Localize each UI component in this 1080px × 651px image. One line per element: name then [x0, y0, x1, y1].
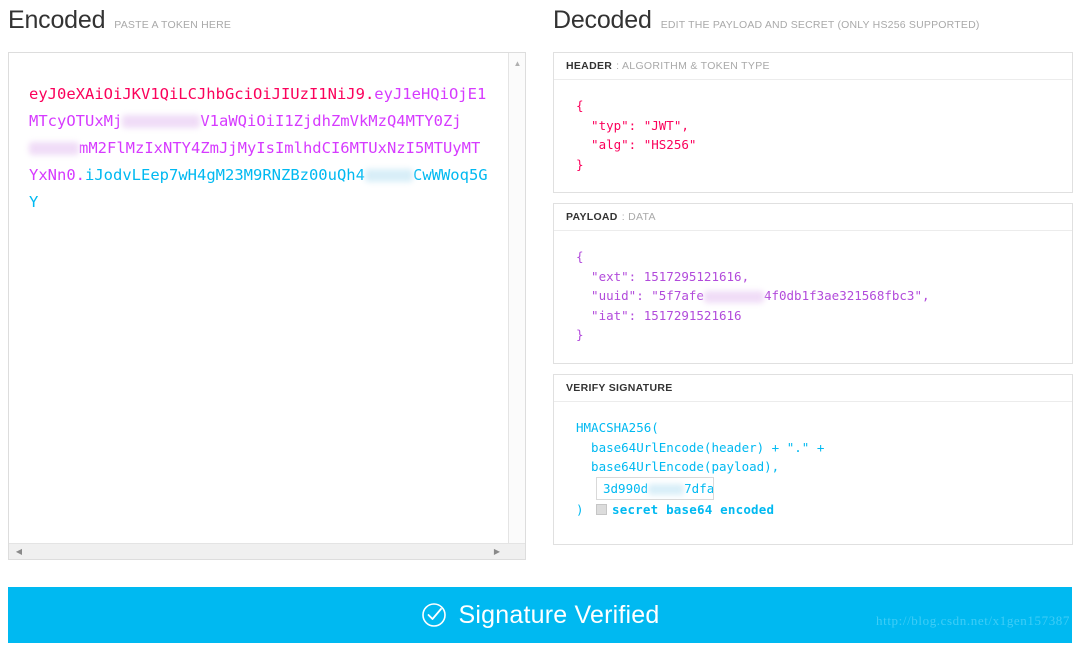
secret-base64-label[interactable]: secret base64 encoded — [612, 500, 774, 520]
encoded-title: Encoded — [8, 6, 105, 35]
signature-line-2: base64UrlEncode(header) + "." + — [576, 440, 824, 455]
token-payload-redaction-1 — [122, 115, 200, 128]
secret-redaction — [648, 484, 684, 495]
decoded-panels: HEADER : ALGORITHM & TOKEN TYPE { "typ":… — [553, 52, 1073, 555]
scroll-right-arrow-icon[interactable]: ▶ — [489, 544, 505, 559]
payload-json-editor[interactable]: { "ext": 1517295121616, "uuid": "5f7afe 4… — [554, 231, 1072, 363]
encoded-token-text[interactable]: eyJ0eXAiOiJKV1QiLCJhbGciOiJIUzI1NiJ9.eyJ… — [29, 81, 489, 216]
encoded-vertical-scrollbar[interactable]: ▲ ▼ — [508, 53, 525, 559]
check-circle-icon — [421, 602, 447, 628]
jwt-debugger-page: Encoded PASTE A TOKEN HERE Decoded EDIT … — [0, 0, 1080, 651]
status-text-group: Signature Verified — [421, 601, 660, 630]
decoded-subtitle: EDIT THE PAYLOAD AND SECRET (ONLY HS256 … — [661, 19, 980, 31]
secret-tail: 7dfac0446 — [684, 481, 714, 496]
secret-input[interactable]: 3d990d 7dfac0446 — [596, 477, 714, 501]
signature-line-1: HMACSHA256( — [576, 420, 659, 435]
payload-line-close: } — [576, 327, 584, 342]
payload-line-open: { — [576, 249, 584, 264]
watermark-text: http://blog.csdn.net/x1gen157387 — [876, 613, 1070, 629]
payload-line-ext: "ext": 1517295121616, — [576, 269, 749, 284]
scroll-left-arrow-icon[interactable]: ◀ — [11, 544, 27, 559]
payload-panel-desc: : DATA — [622, 211, 656, 223]
token-payload-segment-2: V1aWQiOiI1ZjdhZmVkMzQ4MTY0Zj — [200, 112, 461, 130]
signature-panel: VERIFY SIGNATURE HMACSHA256( base64UrlEn… — [553, 374, 1073, 545]
header-json-editor[interactable]: { "typ": "JWT", "alg": "HS256" } — [554, 80, 1072, 192]
signature-panel-label: VERIFY SIGNATURE — [566, 382, 673, 394]
payload-uuid-tail: 4f0db1f3ae321568fbc3", — [764, 288, 930, 303]
payload-panel-titlebar: PAYLOAD : DATA — [554, 204, 1072, 231]
encoded-horizontal-scrollbar[interactable]: ◀ ▶ — [9, 543, 525, 559]
payload-panel: PAYLOAD : DATA { "ext": 1517295121616, "… — [553, 203, 1073, 364]
payload-panel-label: PAYLOAD — [566, 211, 618, 223]
decoded-title: Decoded — [553, 6, 652, 35]
secret-base64-row: ) secret base64 encoded — [576, 500, 1072, 520]
header-panel-titlebar: HEADER : ALGORITHM & TOKEN TYPE — [554, 53, 1072, 80]
signature-close-paren: ) — [576, 500, 596, 520]
token-payload-segment-3: mM2FlMzIxNTY4ZmJjMyIsIm — [79, 139, 294, 157]
signature-panel-titlebar: VERIFY SIGNATURE — [554, 375, 1072, 402]
header-panel: HEADER : ALGORITHM & TOKEN TYPE { "typ":… — [553, 52, 1073, 193]
header-panel-label: HEADER — [566, 60, 612, 72]
encoded-subtitle: PASTE A TOKEN HERE — [114, 19, 231, 31]
token-separator-1: . — [365, 85, 374, 103]
scroll-up-arrow-icon[interactable]: ▲ — [509, 55, 526, 72]
payload-line-iat: "iat": 1517291521616 — [576, 308, 742, 323]
token-payload-redaction-2 — [29, 142, 79, 155]
secret-base64-checkbox[interactable] — [596, 504, 607, 515]
status-label: Signature Verified — [459, 601, 660, 630]
token-separator-2: . — [76, 166, 85, 184]
encoded-token-textarea[interactable]: eyJ0eXAiOiJKV1QiLCJhbGciOiJIUzI1NiJ9.eyJ… — [8, 52, 526, 560]
header-panel-desc: : ALGORITHM & TOKEN TYPE — [616, 60, 770, 72]
payload-uuid-redaction — [704, 291, 764, 303]
token-signature-redaction — [365, 169, 413, 182]
signature-status-banner: Signature Verified http://blog.csdn.net/… — [8, 587, 1072, 643]
token-header-segment: eyJ0eXAiOiJKV1QiLCJhbGciOiJIUzI1NiJ9 — [29, 85, 365, 103]
payload-uuid-key: "uuid": "5f7afe — [576, 288, 704, 303]
decoded-column-header: Decoded EDIT THE PAYLOAD AND SECRET (ONL… — [553, 6, 980, 35]
signature-line-3: base64UrlEncode(payload), — [576, 459, 779, 474]
encoded-column-header: Encoded PASTE A TOKEN HERE — [8, 6, 231, 35]
secret-value: 3d990d — [603, 481, 648, 496]
signature-editor[interactable]: HMACSHA256( base64UrlEncode(header) + ".… — [554, 402, 1072, 544]
token-signature-segment-1: iJodvLEep7wH4gM23M9RNZBz00uQh4 — [85, 166, 365, 184]
